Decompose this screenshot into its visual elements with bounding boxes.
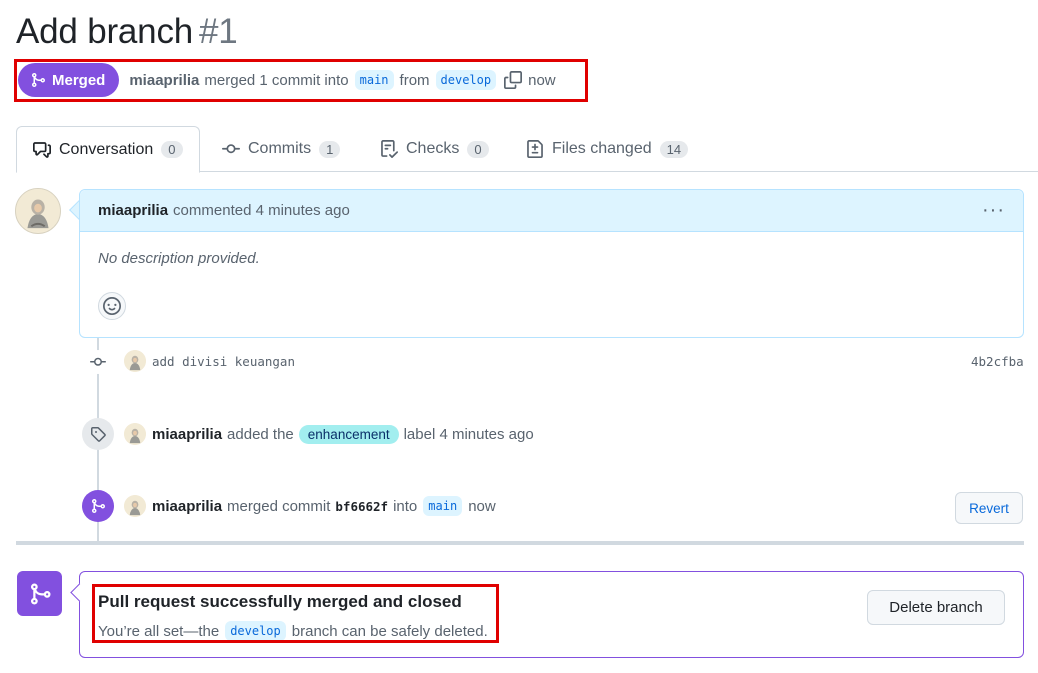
commit-sha-link[interactable]: 4b2cfba bbox=[971, 354, 1024, 369]
avatar[interactable] bbox=[124, 350, 146, 372]
tab-commits-count: 1 bbox=[319, 140, 341, 158]
merge-event-time: now bbox=[468, 497, 496, 515]
delete-branch-button[interactable]: Delete branch bbox=[867, 590, 1005, 625]
merge-event: miaaprilia merged commit bf6662f into ma… bbox=[124, 494, 496, 518]
tag-icon bbox=[82, 418, 114, 450]
git-commit-icon bbox=[222, 144, 240, 154]
merge-commit-sha-link[interactable]: bf6662f bbox=[335, 499, 388, 514]
comment-body: No description provided. bbox=[98, 250, 260, 267]
tab-files-changed[interactable]: Files changed 14 bbox=[526, 126, 689, 172]
tab-files-changed-count: 14 bbox=[659, 140, 689, 158]
merge-event-pre: merged commit bbox=[227, 497, 331, 515]
page-title: Add branch #1 bbox=[16, 12, 238, 52]
merge-event-into: into bbox=[393, 497, 418, 515]
merge-event-author-link[interactable]: miaaprilia bbox=[152, 498, 222, 515]
commit-item: add divisi keuangan bbox=[124, 349, 295, 373]
tab-commits[interactable]: Commits 1 bbox=[222, 126, 341, 172]
comment-box: miaaprilia commented 4 minutes ago ··· N… bbox=[79, 189, 1024, 338]
label-event-post: label 4 minutes ago bbox=[403, 425, 534, 443]
avatar[interactable] bbox=[15, 188, 61, 234]
git-merge-icon bbox=[17, 571, 62, 616]
tab-commits-label: Commits bbox=[248, 140, 312, 157]
commit-message-link[interactable]: add divisi keuangan bbox=[152, 354, 295, 369]
tab-checks-label: Checks bbox=[406, 140, 460, 157]
label-event-pre: added the bbox=[227, 425, 294, 443]
tab-checks-count: 0 bbox=[467, 140, 489, 158]
tab-conversation-label: Conversation bbox=[59, 140, 154, 158]
tab-conversation[interactable]: Conversation 0 bbox=[16, 126, 200, 173]
avatar[interactable] bbox=[124, 423, 146, 445]
comment-author-link[interactable]: miaaprilia bbox=[98, 202, 168, 219]
pr-title: Add branch bbox=[16, 12, 194, 51]
smiley-icon bbox=[103, 297, 121, 315]
avatar[interactable] bbox=[124, 495, 146, 517]
label-event: miaaprilia added the enhancement label 4… bbox=[124, 422, 534, 446]
file-diff-icon bbox=[527, 140, 543, 158]
timeline-divider bbox=[16, 541, 1024, 545]
comment-action: commented 4 minutes ago bbox=[173, 202, 350, 219]
tab-files-changed-label: Files changed bbox=[552, 140, 652, 157]
revert-button[interactable]: Revert bbox=[955, 492, 1023, 524]
user-avatar-icon bbox=[16, 189, 60, 232]
comment-header: miaaprilia commented 4 minutes ago ··· bbox=[80, 190, 1023, 232]
merge-event-branch[interactable]: main bbox=[423, 496, 463, 516]
git-merge-icon bbox=[82, 490, 114, 522]
annotation-box-merge-status bbox=[92, 584, 499, 643]
pr-tabs: Conversation 0 Commits 1 Checks 0 Files … bbox=[16, 126, 1038, 173]
kebab-menu-icon[interactable]: ··· bbox=[982, 199, 1005, 222]
annotation-box-header bbox=[14, 59, 588, 102]
comment-discussion-icon bbox=[33, 141, 51, 158]
tab-conversation-count: 0 bbox=[161, 141, 183, 158]
add-reaction-button[interactable] bbox=[98, 292, 126, 320]
tab-checks[interactable]: Checks 0 bbox=[380, 126, 489, 172]
checklist-icon bbox=[381, 140, 398, 158]
label-enhancement[interactable]: enhancement bbox=[298, 424, 399, 444]
label-event-author-link[interactable]: miaaprilia bbox=[152, 426, 222, 443]
git-commit-icon bbox=[86, 350, 110, 374]
pr-number: #1 bbox=[199, 12, 238, 51]
